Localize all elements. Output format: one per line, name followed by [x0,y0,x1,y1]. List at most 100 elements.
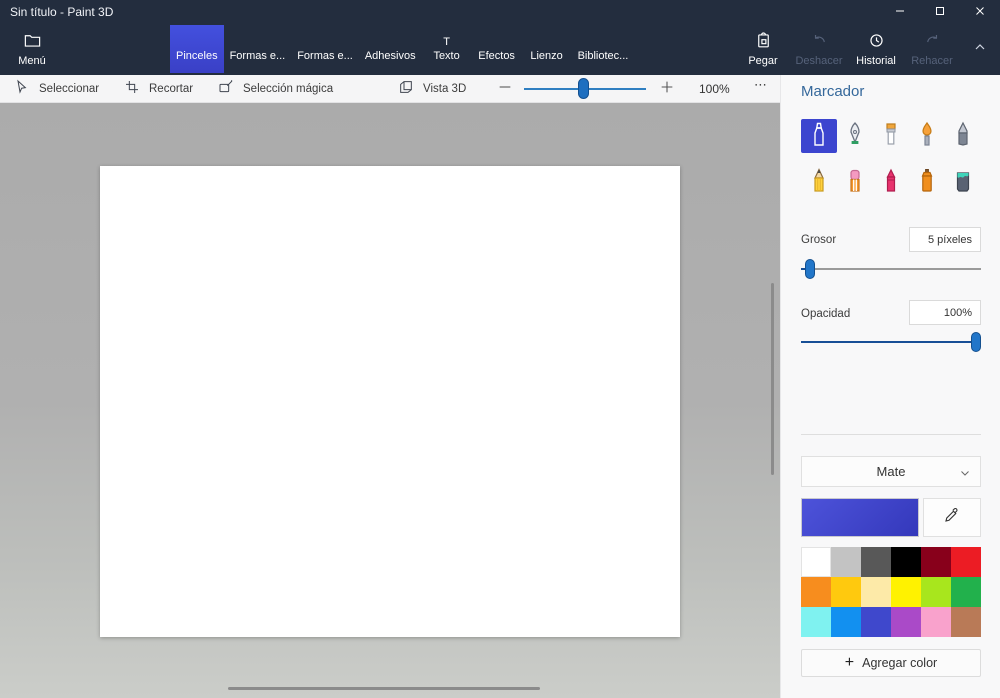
tab-label: Pinceles [176,50,218,62]
maximize-button[interactable] [920,0,960,25]
oil-brush-icon [879,120,903,153]
brush-fill-bucket[interactable] [945,166,981,200]
brush-pencil[interactable] [801,166,837,200]
palette-color[interactable] [801,547,831,577]
palette-color[interactable] [951,607,981,637]
tab-label: Lienzo [530,50,563,62]
tab-bar: Pinceles Formas e... Formas e... Adhesiv… [170,25,634,73]
zoom-level-value[interactable]: 100% [699,82,730,96]
chevron-up-icon [972,39,988,60]
palette-color[interactable] [831,547,861,577]
menu-button[interactable]: Menú [6,25,58,73]
tab-texto[interactable]: T Texto [422,25,472,73]
opacity-input[interactable]: 100% [909,300,981,325]
crayon-icon [879,167,903,200]
palette-color[interactable] [831,577,861,607]
magic-select-label: Selección mágica [243,82,334,95]
add-color-button[interactable]: + Agregar color [801,649,981,677]
brush-crayon[interactable] [873,166,909,200]
tab-lienzo[interactable]: Lienzo [522,25,572,73]
undo-label: Deshacer [795,55,843,67]
history-clock-icon [867,31,886,53]
watercolor-icon [915,120,939,153]
thickness-input[interactable]: 5 píxeles [909,227,981,252]
tab-label: Adhesivos [364,50,416,62]
tab-label: Texto [433,50,460,62]
brush-watercolor[interactable] [909,119,945,153]
paste-label: Pegar [748,55,778,67]
current-color-swatch[interactable] [801,498,919,537]
zoom-slider[interactable] [524,75,646,102]
tab-adhesivos[interactable]: Adhesivos [359,25,422,73]
opacity-slider[interactable] [801,332,981,352]
palette-color[interactable] [951,577,981,607]
opacity-slider-thumb[interactable] [971,332,981,352]
thickness-slider-track [801,268,981,270]
brush-calligraphy-pen[interactable] [837,119,873,153]
tab-formas-2d[interactable]: Formas e... [224,25,292,73]
palette-color[interactable] [891,577,921,607]
app-header: Sin título - Paint 3D Menú Pinceles Form… [0,0,1000,75]
magic-select-button[interactable]: Selección mágica [218,75,333,102]
palette-color[interactable] [801,607,831,637]
select-button[interactable]: Seleccionar [14,75,99,102]
palette-color[interactable] [921,547,951,577]
brush-oil[interactable] [873,119,909,153]
palette-color[interactable] [891,547,921,577]
spray-can-icon [915,167,939,200]
add-color-label: Agregar color [862,656,938,670]
plus-icon: + [844,654,855,671]
brush-pixel-pen[interactable] [945,119,981,153]
palette-color[interactable] [921,577,951,607]
horizontal-scrollbar[interactable] [228,687,540,690]
tab-biblioteca[interactable]: Bibliotec... [572,25,635,73]
pixel-pen-icon [951,120,975,153]
undo-button[interactable]: Deshacer [790,25,848,73]
secondary-toolbar: Seleccionar Recortar Selección mágica Vi… [0,75,780,103]
more-options-button[interactable]: ⋯ [748,77,774,93]
drawing-canvas[interactable] [100,166,680,637]
palette-color[interactable] [831,607,861,637]
brush-spray-can[interactable] [909,166,945,200]
minus-icon [497,79,513,98]
palette-color[interactable] [891,607,921,637]
fill-bucket-icon [951,167,975,200]
eraser-icon [843,167,867,200]
palette-color[interactable] [861,607,891,637]
view-3d-button[interactable]: Vista 3D [398,75,466,102]
thickness-slider-thumb[interactable] [805,259,815,279]
eyedropper-button[interactable] [923,498,981,537]
material-dropdown[interactable]: Mate [801,456,981,487]
window-title: Sin título - Paint 3D [10,5,114,19]
palette-color[interactable] [951,547,981,577]
tab-pinceles[interactable]: Pinceles [170,25,224,73]
palette-color[interactable] [861,547,891,577]
collapse-ribbon-button[interactable] [962,25,998,73]
calligraphy-pen-icon [843,120,867,153]
redo-button[interactable]: Rehacer [904,25,960,73]
zoom-out-button[interactable] [497,75,513,102]
history-button[interactable]: Historial [848,25,904,73]
tab-efectos[interactable]: Efectos [472,25,522,73]
thickness-slider[interactable] [801,259,981,279]
menu-label: Menú [18,55,46,67]
crop-label: Recortar [149,82,194,95]
crop-button[interactable]: Recortar [124,75,193,102]
palette-color[interactable] [921,607,951,637]
tab-label: Formas e... [297,50,353,62]
redo-icon [923,31,942,53]
close-button[interactable] [960,0,1000,25]
cursor-icon [14,79,30,98]
minimize-icon [894,4,906,22]
paste-button[interactable]: Pegar [736,25,790,73]
minimize-button[interactable] [880,0,920,25]
tab-formas-3d[interactable]: Formas e... [291,25,359,73]
brush-marker[interactable] [801,119,837,153]
vertical-scrollbar[interactable] [771,283,774,475]
palette-color[interactable] [801,577,831,607]
palette-color[interactable] [861,577,891,607]
zoom-slider-thumb[interactable] [578,78,589,99]
brush-eraser[interactable] [837,166,873,200]
zoom-in-button[interactable] [659,75,675,102]
paint3d-window: Sin título - Paint 3D Menú Pinceles Form… [0,0,1000,698]
